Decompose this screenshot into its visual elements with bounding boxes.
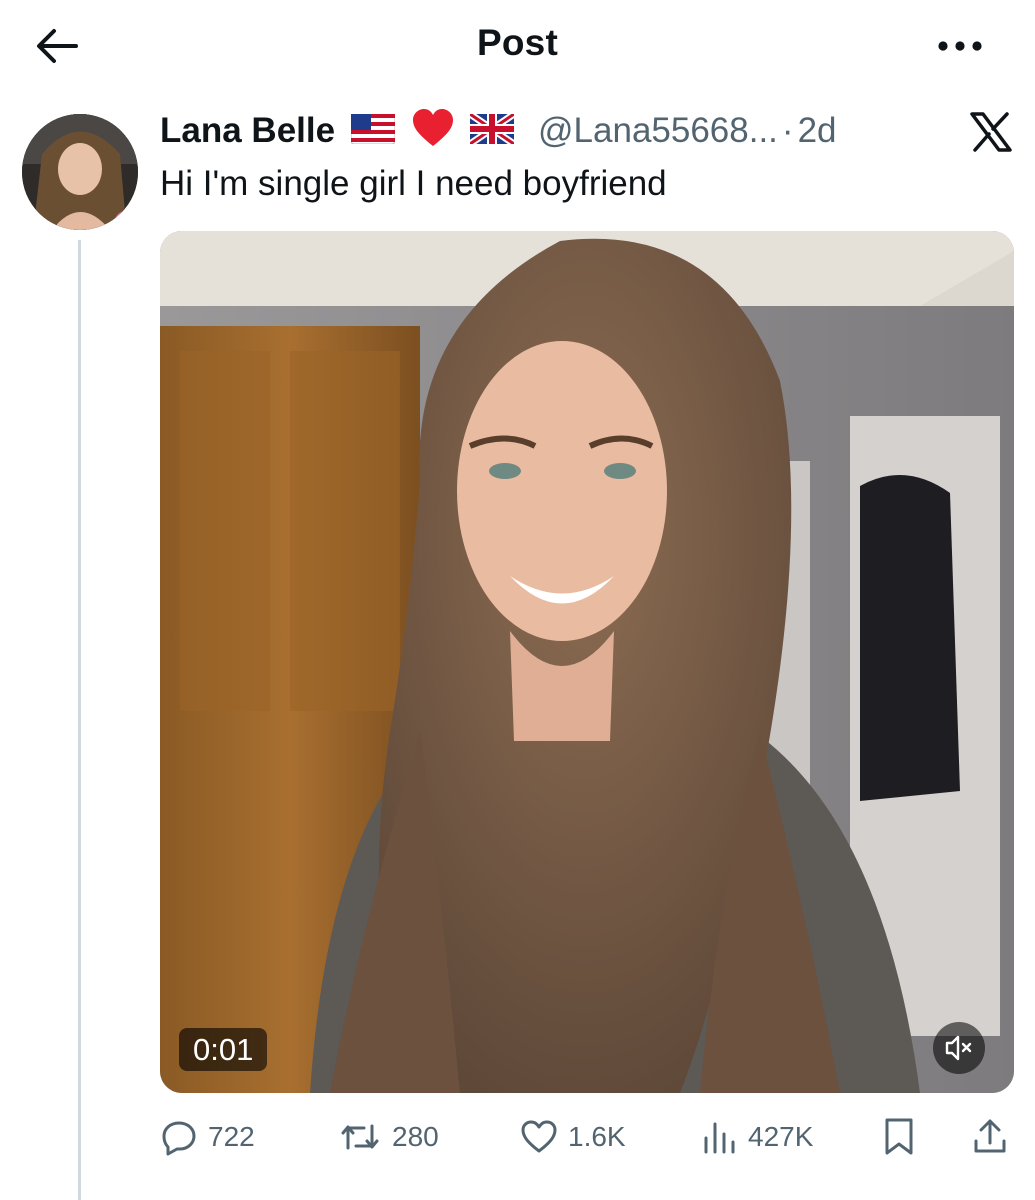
views-chart-icon: [704, 1122, 735, 1154]
share-button[interactable]: [972, 1112, 1008, 1162]
like-count: 1.6K: [568, 1121, 626, 1152]
reply-icon: [162, 1121, 196, 1156]
video-duration: 0:01: [179, 1028, 268, 1071]
page-title: Post: [477, 22, 558, 63]
flag-uk-icon: [468, 110, 517, 153]
video-player[interactable]: 0:01: [160, 231, 1014, 1093]
more-dots-icon: [938, 41, 982, 51]
avatar-photo: [22, 114, 138, 230]
separator-dot: ·: [781, 110, 794, 150]
heart-icon: [521, 1120, 557, 1153]
tweet-header: Lana Belle @Lana55668... · 2d: [160, 108, 837, 158]
tweet-text: Hi I'm single girl I need boyfriend: [160, 164, 667, 203]
flag-us-icon: [350, 113, 396, 153]
timestamp[interactable]: 2d: [798, 111, 837, 150]
repost-icon: [341, 1124, 379, 1150]
top-bar: Post: [0, 0, 1035, 95]
share-icon: [974, 1119, 1006, 1153]
speaker-muted-icon: [945, 1035, 972, 1061]
like-button[interactable]: 1.6K: [520, 1112, 626, 1162]
display-name[interactable]: Lana Belle: [160, 111, 335, 150]
red-heart-icon: [411, 108, 455, 157]
reply-count: 722: [208, 1121, 255, 1152]
avatar[interactable]: [22, 114, 138, 230]
more-options-button[interactable]: [930, 26, 990, 66]
views-count: 427K: [748, 1121, 814, 1152]
views-button[interactable]: 427K: [702, 1112, 813, 1162]
reply-button[interactable]: 722: [160, 1112, 255, 1162]
mute-toggle-button[interactable]: [933, 1022, 985, 1074]
bookmark-icon: [885, 1118, 913, 1155]
bookmark-button[interactable]: [882, 1112, 916, 1162]
tweet-actions: 722 280 1.6K 427K: [160, 1112, 1014, 1162]
user-handle[interactable]: @Lana55668...: [538, 111, 778, 150]
x-logo-icon[interactable]: [970, 112, 1012, 152]
video-frame: [160, 231, 1014, 1093]
thread-line: [78, 240, 81, 1200]
repost-count: 280: [392, 1121, 439, 1152]
repost-button[interactable]: 280: [338, 1112, 439, 1162]
